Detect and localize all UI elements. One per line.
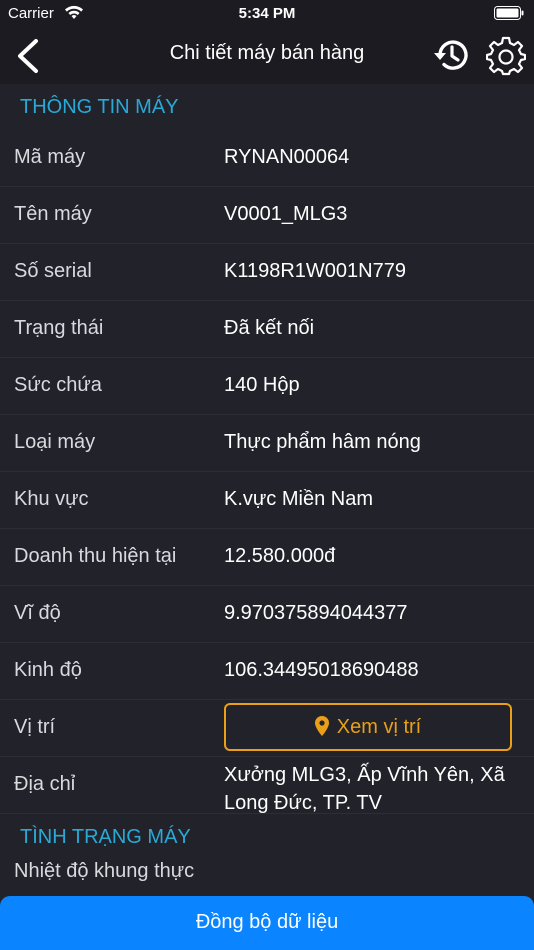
row-label: Vĩ độ bbox=[14, 602, 61, 624]
info-row-current-revenue: Doanh thu hiện tại 12.580.000đ bbox=[0, 529, 534, 586]
row-label: Nhiệt độ khung thực bbox=[14, 860, 195, 882]
row-label: Mã máy bbox=[14, 146, 86, 168]
gear-icon[interactable] bbox=[485, 36, 527, 76]
info-row-machine-type: Loại máy Thực phẩm hâm nóng bbox=[0, 415, 534, 472]
row-label: Tên máy bbox=[14, 203, 92, 225]
row-value: V0001_MLG3 bbox=[224, 203, 348, 225]
section-header-machine-info: THÔNG TIN MÁY bbox=[20, 96, 179, 118]
info-row-machine-code: Mã máy RYNAN00064 bbox=[0, 130, 534, 187]
row-value: 106.34495018690488 bbox=[224, 659, 419, 681]
history-icon[interactable] bbox=[432, 36, 470, 74]
view-location-button[interactable]: Xem vị trí bbox=[224, 703, 512, 751]
sync-data-button[interactable]: Đồng bộ dữ liệu bbox=[0, 896, 534, 950]
info-row-latitude: Vĩ độ 9.970375894044377 bbox=[0, 586, 534, 643]
section-header-machine-status: TÌNH TRẠNG MÁY bbox=[20, 826, 191, 848]
info-row-address: Địa chỉ Xưởng MLG3, Ấp Vĩnh Yên, Xã Long… bbox=[0, 757, 534, 814]
clock: 5:34 PM bbox=[238, 5, 296, 22]
row-value: 140 Hộp bbox=[224, 374, 300, 396]
row-value: Xưởng MLG3, Ấp Vĩnh Yên, Xã Long Đức, TP… bbox=[224, 764, 505, 814]
map-pin-icon bbox=[314, 716, 329, 736]
row-value: Thực phẩm hâm nóng bbox=[224, 431, 421, 453]
row-label: Kinh độ bbox=[14, 659, 82, 681]
row-label: Khu vực bbox=[14, 488, 89, 510]
row-label: Loại máy bbox=[14, 431, 96, 453]
row-label: Trạng thái bbox=[14, 317, 104, 339]
row-value: K.vực Miền Nam bbox=[224, 488, 373, 510]
row-value: RYNAN00064 bbox=[224, 146, 350, 168]
back-chevron-icon[interactable] bbox=[12, 36, 48, 76]
view-location-label: Xem vị trí bbox=[336, 716, 422, 738]
row-value: Đã kết nối bbox=[224, 317, 315, 339]
info-row-region: Khu vực K.vực Miền Nam bbox=[0, 472, 534, 529]
row-value: 9.970375894044377 bbox=[224, 602, 408, 624]
machine-detail-content: THÔNG TIN MÁY Mã máy RYNAN00064 Tên máy … bbox=[0, 84, 534, 896]
info-row-machine-name: Tên máy V0001_MLG3 bbox=[0, 187, 534, 244]
row-label: Doanh thu hiện tại bbox=[14, 545, 177, 567]
info-row-serial: Số serial K1198R1W001N779 bbox=[0, 244, 534, 301]
info-row-capacity: Sức chứa 140 Hộp bbox=[0, 358, 534, 415]
info-row-longitude: Kinh độ 106.34495018690488 bbox=[0, 643, 534, 700]
row-label: Vị trí bbox=[14, 716, 56, 738]
status-row-frame-temperature: Nhiệt độ khung thực bbox=[0, 860, 534, 896]
info-row-location: Vị trí Xem vị trí bbox=[0, 700, 534, 757]
row-label: Sức chứa bbox=[14, 374, 102, 396]
row-label: Địa chỉ bbox=[14, 773, 76, 795]
row-label: Số serial bbox=[14, 260, 92, 282]
row-value: 12.580.000đ bbox=[224, 545, 336, 567]
row-value: K1198R1W001N779 bbox=[224, 260, 406, 282]
navigation-bar: Chi tiết máy bán hàng bbox=[0, 28, 534, 84]
battery-icon bbox=[494, 6, 524, 20]
info-row-status: Trạng thái Đã kết nối bbox=[0, 301, 534, 358]
status-bar: Carrier 5:34 PM bbox=[0, 0, 534, 28]
